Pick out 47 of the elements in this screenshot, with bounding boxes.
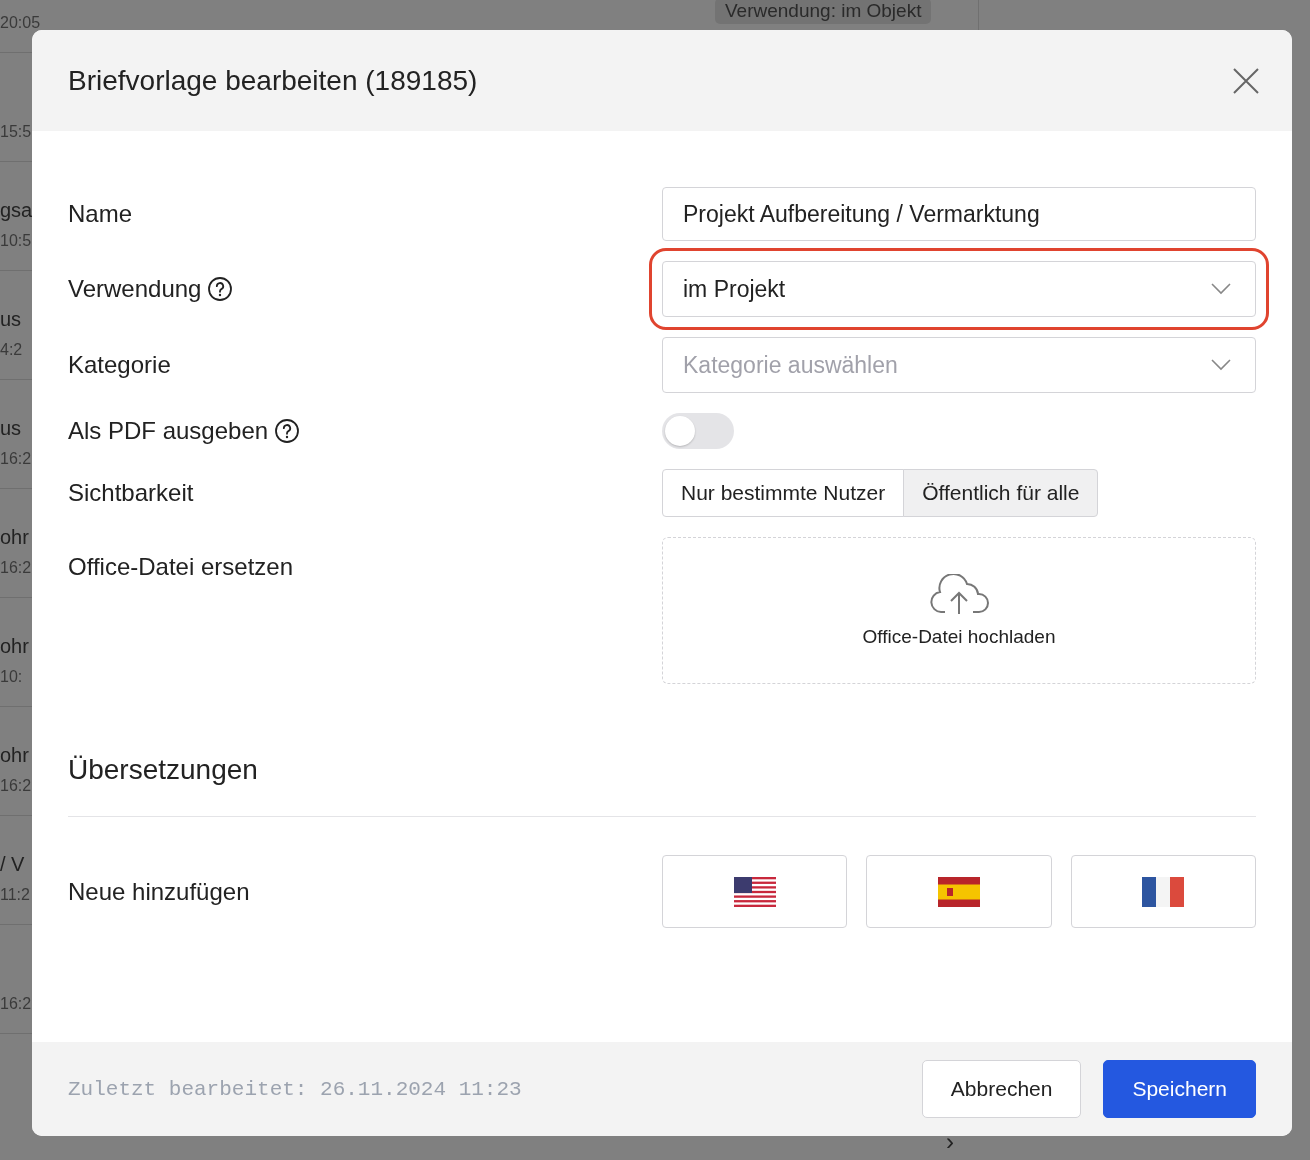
list-item-time: 10: [0, 668, 23, 686]
list-item-title: ohr [0, 744, 29, 767]
list-item-title: us [0, 417, 22, 440]
flag-icon [1142, 876, 1185, 907]
toggle-switch[interactable] [662, 413, 734, 449]
list-item-title: ohr [0, 526, 29, 549]
field-label: Kategorie [68, 351, 171, 379]
section-heading: Übersetzungen [68, 754, 259, 786]
add-language-button[interactable] [866, 855, 1052, 928]
field-label: Name [68, 200, 133, 228]
flag-icon [733, 876, 776, 907]
dialog-title: Briefvorlage bearbeiten (189185) [68, 64, 478, 97]
save-button[interactable]: Speichern [1103, 1060, 1256, 1118]
list-item-time: 10:5 [0, 232, 32, 250]
help-icon[interactable] [274, 418, 301, 444]
list-item-time: 4:2 [0, 341, 23, 359]
list-item-time: 16:2 [0, 450, 32, 468]
list-item-time: 16:2 [0, 777, 32, 795]
upload-area[interactable]: Office-Datei hochladen [662, 537, 1256, 684]
list-item-title: us [0, 308, 22, 331]
flag-icon [938, 876, 980, 907]
list-item-title: / V [0, 853, 25, 876]
close-icon [1232, 66, 1260, 95]
list-item-time: 15:5 [0, 123, 32, 141]
list-item-title: gsa [0, 199, 33, 222]
list-item-title: ohr [0, 635, 29, 658]
segment-option[interactable]: Öffentlich für alle [903, 469, 1099, 517]
list-item-time: 16:2 [0, 559, 32, 577]
chevron-down-icon [1211, 283, 1231, 295]
field-label: Als PDF ausgeben [68, 417, 269, 445]
usage-tag: Verwendung: im Objekt [715, 0, 932, 24]
list-item-time: 11:2 [0, 886, 30, 904]
field-label: Office-Datei ersetzen [68, 553, 293, 581]
list-item-time: 16:2 [0, 995, 32, 1013]
last-edited-text: Zuletzt bearbeitet: 26.11.2024 11:23 [68, 1077, 522, 1101]
field-label: Sichtbarkeit [68, 479, 194, 507]
cloud-upload-icon [929, 573, 989, 616]
help-icon[interactable] [207, 276, 234, 302]
chevron-down-icon [1211, 359, 1231, 371]
add-language-button[interactable] [662, 855, 848, 928]
cancel-button[interactable]: Abbrechen [921, 1060, 1082, 1118]
segment-option[interactable]: Nur bestimmte Nutzer [662, 469, 905, 517]
add-language-button[interactable] [1070, 855, 1256, 928]
field-label: Neue hinzufügen [68, 877, 251, 906]
name-field[interactable]: Projekt Aufbereitung / Vermarktung [662, 187, 1256, 241]
field-label: Verwendung [68, 275, 202, 303]
list-item-time: 20:05 [0, 14, 41, 32]
